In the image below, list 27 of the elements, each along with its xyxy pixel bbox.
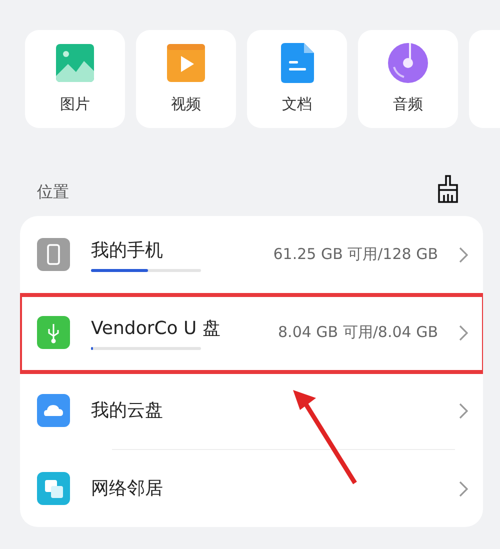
disc-icon bbox=[388, 42, 428, 83]
video-icon bbox=[167, 44, 205, 82]
category-card[interactable]: 图片 bbox=[25, 30, 125, 128]
location-row[interactable]: 网络邻居 bbox=[20, 450, 483, 527]
chevron-icon bbox=[459, 480, 468, 496]
location-name: 我的云盘 bbox=[91, 398, 164, 422]
location-name: VendorCo U 盘 bbox=[91, 316, 222, 340]
image-icon bbox=[56, 44, 94, 82]
location-name: 网络邻居 bbox=[91, 476, 164, 500]
phone-icon bbox=[37, 238, 70, 271]
category-card[interactable]: 视频 bbox=[136, 30, 236, 128]
chevron-icon bbox=[459, 246, 468, 262]
location-row[interactable]: VendorCo U 盘 8.04 GB 可用/8.04 GB bbox=[20, 294, 483, 371]
location-name: 我的手机 bbox=[91, 238, 164, 262]
usb-icon bbox=[37, 316, 70, 349]
section-title: 位置 bbox=[37, 181, 69, 203]
document-icon bbox=[280, 42, 314, 83]
network-icon bbox=[37, 472, 70, 505]
chevron-icon bbox=[459, 402, 468, 418]
category-card[interactable]: 音频 bbox=[358, 30, 458, 128]
chevron-icon bbox=[459, 324, 468, 340]
broom-icon[interactable] bbox=[436, 174, 460, 204]
capacity-text: 8.04 GB 可用/8.04 GB bbox=[278, 322, 438, 344]
category-card[interactable]: 文档 bbox=[247, 30, 347, 128]
capacity-text: 61.25 GB 可用/128 GB bbox=[273, 244, 438, 266]
cloud-icon bbox=[37, 394, 70, 427]
location-row[interactable]: 我的手机 61.25 GB 可用/128 GB bbox=[20, 216, 483, 293]
